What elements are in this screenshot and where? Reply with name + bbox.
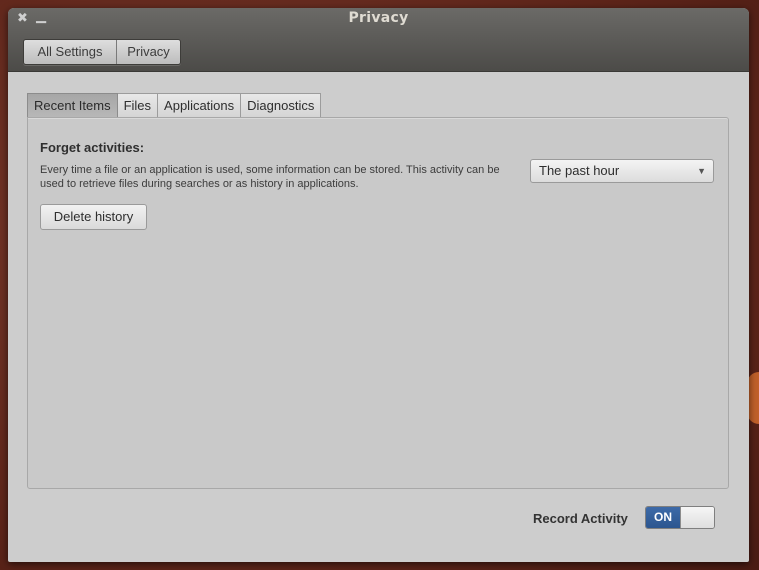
forget-period-value: The past hour <box>539 163 620 178</box>
tab-recent-items[interactable]: Recent Items <box>27 93 118 118</box>
toggle-on-label: ON <box>646 507 680 528</box>
tab-diagnostics[interactable]: Diagnostics <box>241 93 322 118</box>
forget-activities-heading: Forget activities: <box>40 140 145 155</box>
record-activity-toggle[interactable]: ON <box>645 506 715 529</box>
tab-bar: Recent Items Files Applications Diagnost… <box>27 92 322 118</box>
delete-history-button[interactable]: Delete history <box>40 204 147 230</box>
record-activity-label: Record Activity <box>533 511 628 526</box>
breadcrumb-privacy[interactable]: Privacy <box>116 40 180 64</box>
tab-applications[interactable]: Applications <box>158 93 242 118</box>
chevron-down-icon: ▼ <box>697 166 706 176</box>
window-title: Privacy <box>348 10 409 26</box>
title-bar: ✖ ▁ Privacy All Settings Privacy <box>8 8 749 72</box>
forget-period-dropdown[interactable]: The past hour ▼ <box>530 159 714 183</box>
recent-items-panel: Forget activities: Every time a file or … <box>27 117 729 489</box>
breadcrumb: All Settings Privacy <box>23 39 181 65</box>
privacy-window: ✖ ▁ Privacy All Settings Privacy Recent … <box>8 8 749 562</box>
forget-activities-description: Every time a file or an application is u… <box>40 164 500 190</box>
breadcrumb-all-settings[interactable]: All Settings <box>24 40 116 64</box>
tab-files[interactable]: Files <box>117 93 159 118</box>
toggle-knob[interactable] <box>680 507 714 528</box>
